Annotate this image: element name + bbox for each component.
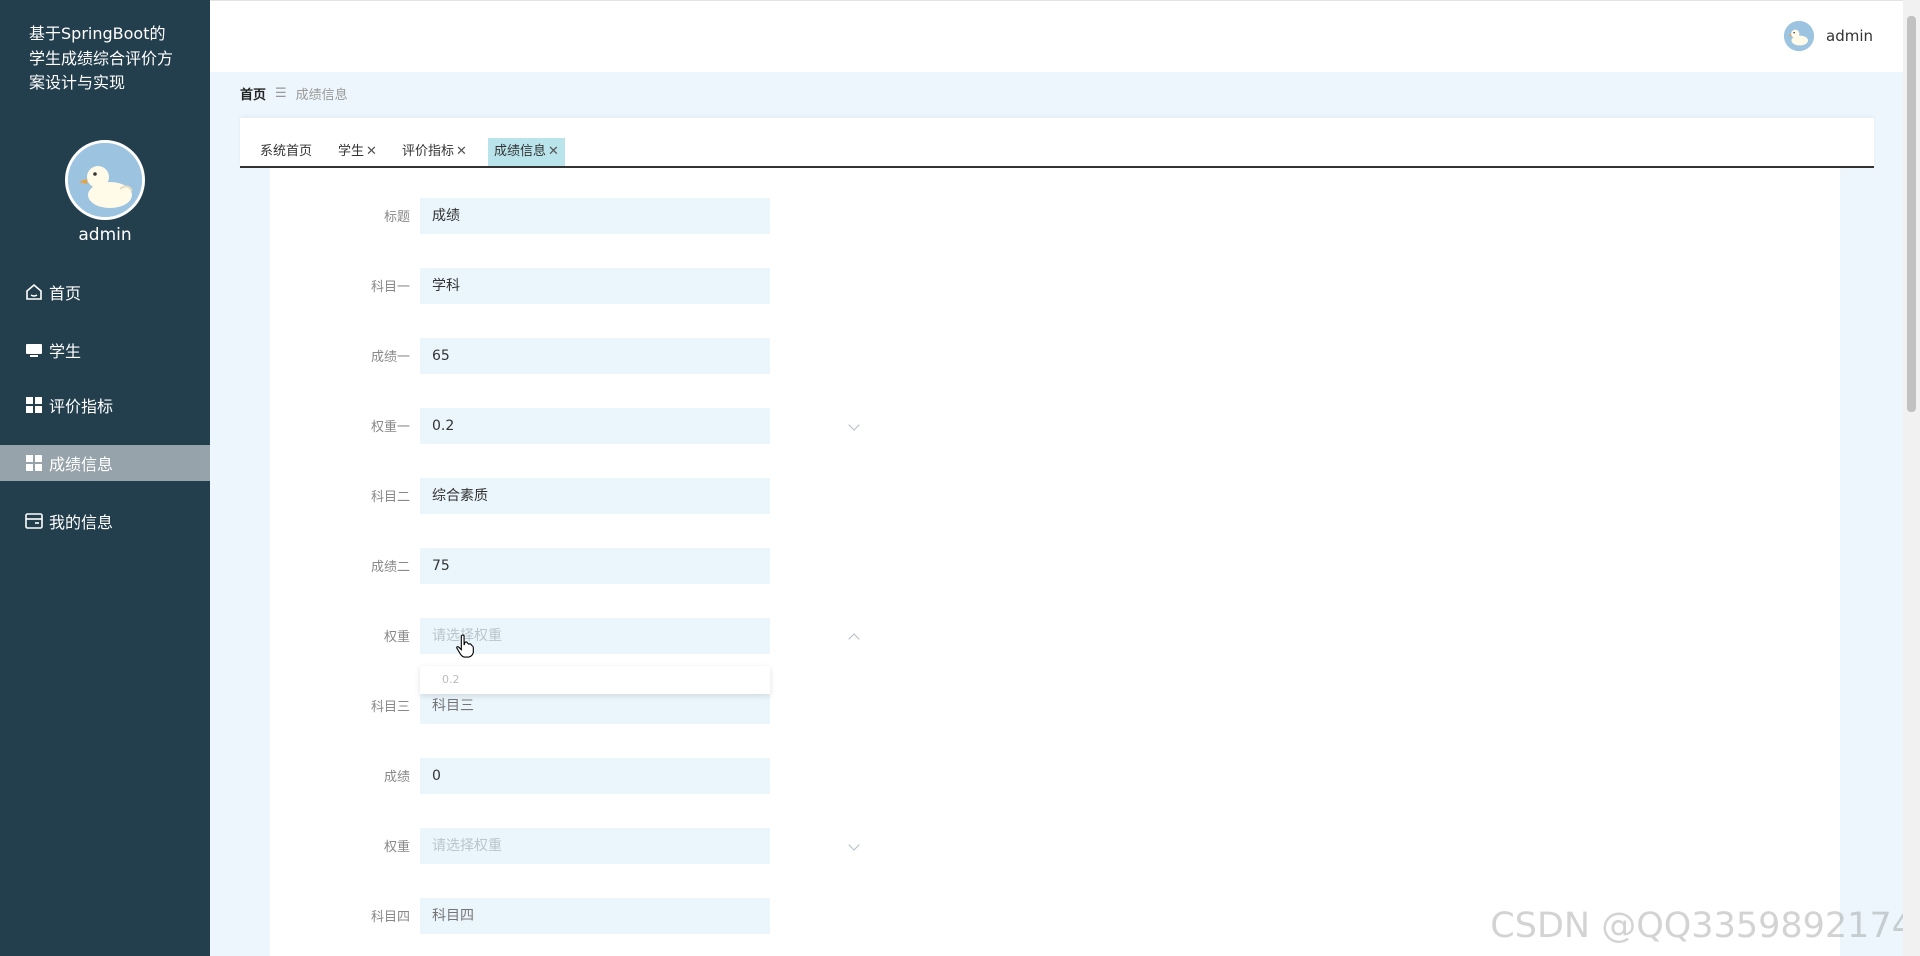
field-label: 标题	[383, 210, 410, 225]
sidebar-item-grades[interactable]: 成绩信息	[0, 445, 210, 481]
card-icon	[24, 511, 44, 531]
form-row-score-2: 成绩二	[270, 548, 870, 584]
score-1-input[interactable]	[420, 338, 770, 374]
subject-4-input[interactable]	[420, 898, 770, 934]
sidebar: 基于SpringBoot的学生成绩综合评价方案设计与实现 admin 首页 学生	[0, 0, 210, 956]
page-scrollbar[interactable]	[1903, 0, 1920, 956]
sidebar-item-evaluation[interactable]: 评价指标	[0, 387, 210, 423]
form-row-score-1: 成绩一	[270, 338, 870, 374]
avatar	[1784, 21, 1814, 51]
sidebar-item-label: 成绩信息	[49, 455, 114, 474]
breadcrumb: 首页 ☰ 成绩信息	[240, 84, 348, 103]
sidebar-item-label: 首页	[49, 284, 82, 303]
scrollbar-thumb[interactable]	[1907, 16, 1916, 412]
subject-1-input[interactable]	[420, 268, 770, 304]
home-icon	[24, 282, 44, 302]
field-label: 成绩二	[370, 560, 410, 575]
tab-label: 成绩信息	[494, 144, 547, 159]
form-row-weight-1: 权重一 0.2	[270, 408, 870, 444]
chevron-down-icon	[848, 839, 860, 851]
sidebar-item-students[interactable]: 学生	[0, 332, 210, 368]
breadcrumb-current: 成绩信息	[295, 88, 348, 103]
header-user-name: admin	[1826, 27, 1873, 45]
sidebar-item-label: 我的信息	[49, 513, 114, 532]
weight-dropdown-menu: 0.2	[420, 666, 770, 694]
user-menu[interactable]: admin	[1784, 21, 1873, 51]
tab-dashboard[interactable]: 系统首页	[254, 138, 318, 166]
grid-icon	[24, 453, 44, 473]
tab-evaluation[interactable]: 评价指标 ✕	[396, 138, 473, 166]
form-row-title: 标题	[270, 198, 870, 234]
form-row-subject-4: 科目四	[270, 898, 870, 934]
form-panel: 标题 科目一 成绩一 权重一 0.2 科目二 成绩二 权重 请选择权重 科目三 …	[270, 168, 1840, 956]
chevron-up-icon	[848, 633, 860, 645]
title-input[interactable]	[420, 198, 770, 234]
sidebar-item-my-info[interactable]: 我的信息	[0, 503, 210, 539]
weight-1-select[interactable]: 0.2	[420, 408, 770, 444]
subject-2-input[interactable]	[420, 478, 770, 514]
sidebar-user-name: admin	[78, 225, 132, 245]
close-icon[interactable]: ✕	[366, 144, 377, 159]
field-label: 成绩	[383, 770, 410, 785]
sidebar-item-label: 学生	[49, 342, 82, 361]
sidebar-item-home[interactable]: 首页	[0, 274, 210, 310]
tab-grades[interactable]: 成绩信息 ✕	[488, 138, 565, 166]
field-label: 成绩一	[370, 350, 410, 365]
tab-label: 评价指标	[402, 144, 455, 159]
monitor-icon	[24, 340, 44, 360]
field-label: 权重	[383, 630, 410, 645]
field-label: 科目一	[370, 280, 410, 295]
form-row-weight-3: 权重 请选择权重	[270, 828, 870, 864]
form-row-subject-1: 科目一	[270, 268, 870, 304]
hand-cursor-icon	[456, 634, 474, 658]
dropdown-option[interactable]: 0.2	[442, 673, 460, 686]
grid-icon	[24, 395, 44, 415]
score-2-input[interactable]	[420, 548, 770, 584]
tab-students[interactable]: 学生 ✕	[332, 138, 383, 166]
field-label: 权重	[383, 840, 410, 855]
breadcrumb-separator-icon: ☰	[275, 86, 287, 101]
app-title: 基于SpringBoot的学生成绩综合评价方案设计与实现	[29, 24, 174, 92]
field-label: 科目四	[370, 910, 410, 925]
weight-3-select[interactable]: 请选择权重	[420, 828, 770, 864]
chevron-down-icon	[848, 419, 860, 431]
tab-label: 学生	[338, 144, 365, 159]
form-row-subject-2: 科目二	[270, 478, 870, 514]
breadcrumb-home[interactable]: 首页	[240, 84, 266, 103]
top-header: admin	[210, 0, 1903, 72]
close-icon[interactable]: ✕	[456, 144, 467, 159]
close-icon[interactable]: ✕	[548, 144, 559, 159]
watermark: CSDN @QQ3359892174	[1490, 906, 1914, 946]
field-label: 权重一	[370, 420, 410, 435]
field-label: 科目三	[370, 700, 410, 715]
sidebar-item-label: 评价指标	[49, 397, 114, 416]
duck-avatar-icon	[1784, 21, 1814, 51]
form-row-score-3: 成绩	[270, 758, 870, 794]
field-label: 科目二	[370, 490, 410, 505]
tab-label: 系统首页	[260, 144, 313, 159]
score-3-input[interactable]	[420, 758, 770, 794]
avatar	[65, 140, 145, 220]
form-row-weight-2: 权重 请选择权重	[270, 618, 870, 654]
tabs-bar: 系统首页 学生 ✕ 评价指标 ✕ 成绩信息 ✕	[240, 118, 1874, 168]
duck-avatar-icon	[68, 143, 142, 217]
